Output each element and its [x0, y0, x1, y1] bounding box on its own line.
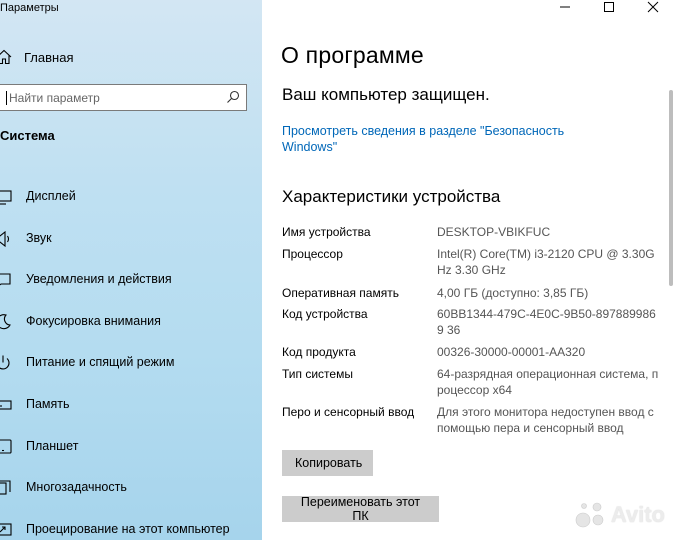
sidebar-item-storage[interactable]: Память [0, 384, 262, 426]
tablet-icon [0, 438, 12, 456]
sidebar-section-title: Система [0, 128, 55, 143]
sidebar-item-focus-assist[interactable]: Фокусировка внимания [0, 301, 262, 343]
watermark-text: Avito [610, 502, 665, 527]
search-icon[interactable] [226, 90, 240, 104]
notifications-icon [0, 271, 12, 289]
sound-icon [0, 230, 12, 248]
spec-value: Intel(R) Core(TM) i3-2120 CPU @ 3.30GHz … [437, 247, 655, 277]
sidebar-nav: Дисплей Звук Уведомления и действия Фоку… [0, 176, 262, 540]
search-box[interactable] [0, 84, 247, 111]
spec-key: Процессор [282, 247, 343, 261]
windows-security-link[interactable]: Просмотреть сведения в разделе "Безопасн… [282, 123, 582, 155]
spec-key: Перо и сенсорный ввод [282, 405, 415, 419]
sidebar-item-label: Звук [26, 230, 52, 245]
window-controls [543, 0, 675, 14]
maximize-icon [604, 2, 614, 12]
sidebar-item-label: Проецирование на этот компьютер [26, 521, 230, 536]
spec-value: 00326-30000-00001-AA320 [437, 345, 586, 359]
spec-key: Код устройства [282, 307, 368, 321]
spec-key: Код продукта [282, 345, 356, 359]
sidebar-item-label: Уведомления и действия [26, 272, 172, 287]
settings-sidebar: Параметры Главная Система Дисплей Звук [0, 0, 262, 540]
sidebar-item-multitasking[interactable]: Многозадачность [0, 467, 262, 509]
avito-watermark: Avito [574, 500, 665, 530]
window-title: Параметры [0, 2, 59, 14]
rename-pc-button[interactable]: Переименовать этот ПК [282, 495, 439, 523]
content-pane: О программе Ваш компьютер защищен. Просм… [262, 0, 675, 540]
spec-value: 64-разрядная операционная система, проце… [437, 367, 659, 397]
spec-value: 60BB1344-479C-4E0C-9B50-8978899869 36 [437, 307, 656, 337]
minimize-button[interactable] [543, 0, 587, 14]
avito-logo-icon [575, 502, 604, 528]
power-icon [0, 354, 12, 372]
display-icon [0, 188, 12, 206]
text-caret [6, 91, 7, 105]
sidebar-item-label: Дисплей [26, 189, 76, 203]
sidebar-item-power[interactable]: Питание и спящий режим [0, 342, 262, 384]
protection-status: Ваш компьютер защищен. [282, 85, 490, 104]
home-icon [0, 49, 12, 65]
sidebar-item-projecting[interactable]: Проецирование на этот компьютер [0, 509, 262, 540]
spec-key: Тип системы [282, 367, 353, 381]
multitasking-icon [0, 479, 12, 497]
close-icon [647, 1, 659, 13]
sidebar-item-notifications[interactable]: Уведомления и действия [0, 259, 262, 301]
sidebar-home[interactable]: Главная [0, 46, 262, 68]
projecting-icon [0, 521, 12, 539]
minimize-icon [560, 6, 570, 8]
page-title: О программе [281, 42, 424, 68]
search-input[interactable] [0, 85, 215, 110]
sidebar-item-label: Питание и спящий режим [26, 355, 175, 370]
sidebar-item-label: Фокусировка внимания [26, 313, 161, 328]
sidebar-item-tablet[interactable]: Планшет [0, 426, 262, 468]
device-specs-heading: Характеристики устройства [282, 187, 501, 206]
sidebar-item-sound[interactable]: Звук [0, 218, 262, 260]
spec-key: Имя устройства [282, 225, 371, 239]
sidebar-item-display[interactable]: Дисплей [0, 176, 262, 218]
sidebar-home-label: Главная [24, 49, 74, 65]
focus-assist-icon [0, 313, 12, 331]
sidebar-item-label: Многозадачность [26, 480, 127, 495]
storage-icon [0, 396, 12, 414]
scrollbar[interactable] [669, 90, 673, 286]
spec-value: 4,00 ГБ (доступно: 3,85 ГБ) [437, 286, 589, 300]
close-button[interactable] [631, 0, 675, 14]
maximize-button[interactable] [587, 0, 631, 14]
copy-button[interactable]: Копировать [282, 450, 373, 476]
sidebar-item-label: Память [26, 396, 70, 411]
spec-key: Оперативная память [282, 286, 399, 300]
spec-value: Для этого монитора недоступен ввод с пом… [437, 405, 654, 435]
spec-value: DESKTOP-VBIKFUC [437, 225, 551, 239]
sidebar-item-label: Планшет [26, 438, 79, 453]
